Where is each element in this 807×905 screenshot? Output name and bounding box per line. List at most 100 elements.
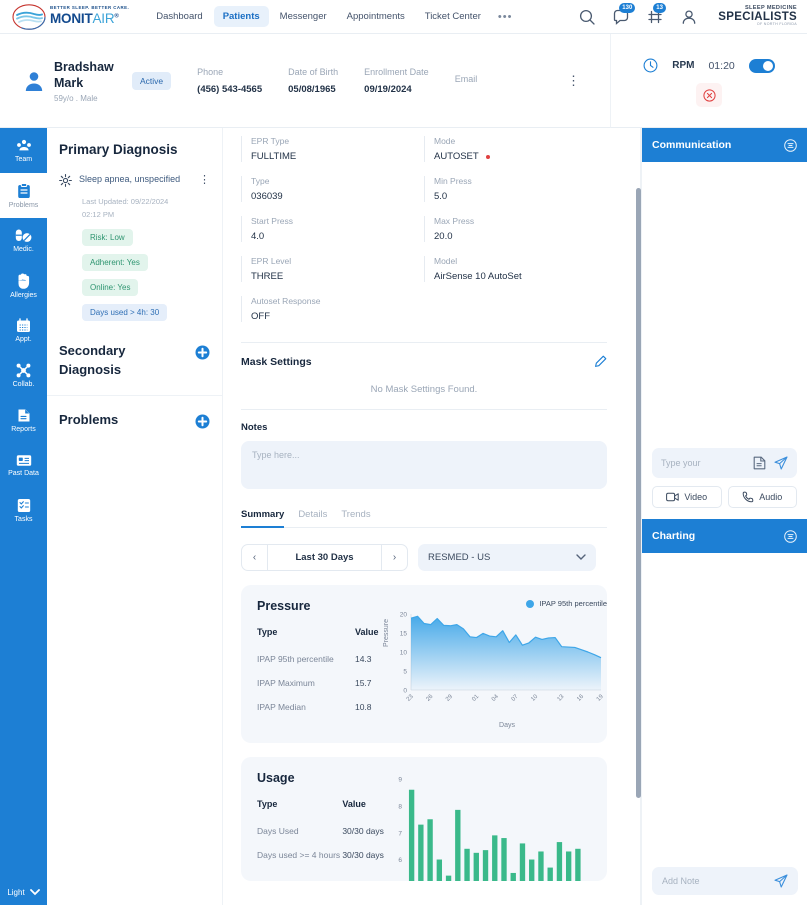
chip-risk: Risk: Low [82,229,133,246]
patient-field-dob-label: Date of Birth [288,66,339,77]
nav-link-patients[interactable]: Patients [213,6,269,27]
tab-trends[interactable]: Trends [341,509,370,528]
nav-link-dashboard[interactable]: Dashboard [147,6,211,27]
nav-link-ticket-center[interactable]: Ticket Center [416,6,490,27]
sidebar-label-tasks: Tasks [14,516,33,523]
hand-icon [16,273,31,289]
messages-icon[interactable]: 130 [612,2,636,26]
user-profile-icon[interactable] [680,8,698,26]
device-field-min-press-label: Min Press [434,176,472,186]
device-field-model: Model AirSense 10 AutoSet [424,256,607,282]
send-note-icon[interactable] [774,874,788,888]
video-call-button[interactable]: Video [652,486,722,508]
device-field-type-label: Type [251,176,270,186]
usage-chart: 6 7 8 9 [385,771,607,881]
usage-row1-type: Days used >= 4 hours [257,850,341,860]
tab-summary[interactable]: Summary [241,509,285,528]
attach-file-icon[interactable] [753,456,766,470]
add-note-input[interactable]: Add Note [652,867,798,895]
sidebar-item-reports[interactable]: Reports [0,398,47,443]
diagnosis-chips: Risk: Low Adherent: Yes Online: Yes Days… [82,227,210,327]
mask-settings-title: Mask Settings [241,355,312,368]
sidebar-item-collaboration[interactable]: Collab. [0,353,47,398]
ticket-icon[interactable]: 13 [646,2,666,26]
date-range-label[interactable]: Last 30 Days [268,545,381,570]
tab-details[interactable]: Details [298,509,327,528]
nav-overflow-button[interactable]: ••• [492,11,519,23]
sidebar-item-medications[interactable]: Medic. [0,218,47,263]
svg-text:15: 15 [400,631,408,638]
primary-diagnosis-title: Primary Diagnosis [59,142,178,157]
rpm-toggle[interactable] [748,58,775,73]
pills-icon [15,228,32,243]
pressure-chart: IPAP 95th percentile Pressure 0 5 10 15 20 23… [383,599,607,729]
date-range-next-button[interactable]: › [381,545,407,570]
usage-col-value: Value [342,799,366,809]
last-updated-label: Last Updated: [82,197,129,206]
collapse-icon[interactable] [784,138,797,152]
search-icon[interactable] [578,8,596,26]
brand-logo[interactable]: BETTER SLEEP. BETTER CARE. MONITAIR® [12,3,129,30]
edit-mask-settings-icon[interactable] [594,355,607,368]
sidebar-item-allergies[interactable]: Allergies [0,263,47,308]
date-range-prev-button[interactable]: ‹ [242,545,268,570]
svg-text:04: 04 [491,693,500,702]
svg-text:8: 8 [398,803,402,810]
sidebar-item-appointments[interactable]: Appt. [0,308,47,353]
device-field-start-press: Start Press 4.0 [241,216,424,242]
table-row: IPAP Median 10.8 [257,695,385,719]
org-logo-line3: OF NORTH FLORIDA [756,22,797,27]
patient-field-enrollment-label: Enrollment Date [364,66,429,77]
device-field-epr-type-value: FULLTIME [251,151,297,162]
mask-settings-divider-top [241,342,607,343]
chevron-down-icon [29,889,40,896]
nav-link-messenger[interactable]: Messenger [271,6,336,27]
pressure-card-title: Pressure [257,599,311,613]
sidebar-item-past-data[interactable]: Past Data [0,443,47,488]
device-source-select[interactable]: RESMED - US [418,544,596,571]
add-problem-button[interactable] [195,414,210,429]
usage-card: Usage Type Value Days Used 30/30 days Da… [241,757,607,881]
pressure-row0-type: IPAP 95th percentile [257,654,334,664]
collapse-icon[interactable] [784,529,797,543]
status-badge: Active [132,71,172,90]
charting-title: Charting [652,530,696,542]
svg-text:9: 9 [398,777,402,784]
sidebar-label-past-data: Past Data [8,470,39,477]
rpm-stop-button[interactable] [696,83,722,107]
usage-col-type: Type [257,799,278,809]
patient-field-dob-value: 05/08/1965 [288,83,336,95]
add-secondary-diagnosis-button[interactable] [195,345,210,360]
device-field-mode: Mode AUTOSET [424,136,607,162]
main-content-scroll[interactable]: EPR Type FULLTIME Mode AUTOSET Type 0360… [223,128,640,905]
network-icon [16,363,31,378]
device-field-max-press: Max Press 20.0 [424,216,607,242]
rpm-timer-panel: RPM 01:20 [610,34,807,128]
device-source-value: RESMED - US [428,552,491,563]
add-note-placeholder: Add Note [662,876,700,886]
sidebar-item-tasks[interactable]: Tasks [0,488,47,533]
message-input[interactable]: Type your [652,448,797,478]
date-range-stepper: ‹ Last 30 Days › [241,544,408,571]
tabs-divider [241,527,607,528]
table-row: Days Used 30/30 days [257,819,385,843]
sidebar-item-problems[interactable]: Problems [0,163,47,228]
usage-row1-value: 30/30 days [342,850,384,860]
patient-actions-kebab[interactable]: ⋮ [567,73,580,89]
notes-input[interactable]: Type here... [241,441,607,489]
svg-text:01: 01 [471,693,480,702]
gear-icon [59,174,72,187]
problems-section: Problems [59,410,210,429]
primary-diagnosis-updated: Last Updated: 09/22/2024 02:12 PM [82,195,210,221]
pressure-col-type: Type [257,627,278,637]
primary-diagnosis-kebab[interactable]: ⋮ [199,173,210,187]
pressure-area-plot: 0 5 10 15 20 23 26 29 01 04 07 10 13 16 19 [400,612,605,703]
theme-selector[interactable]: Light [0,888,47,897]
audio-call-button[interactable]: Audio [727,486,797,508]
usage-row0-value: 30/30 days [342,826,384,836]
messages-badge: 130 [619,2,636,13]
nav-link-appointments[interactable]: Appointments [338,6,414,27]
tickets-badge: 13 [653,2,666,13]
legend-label: IPAP 95th percentile [539,599,607,608]
send-message-icon[interactable] [774,456,788,470]
